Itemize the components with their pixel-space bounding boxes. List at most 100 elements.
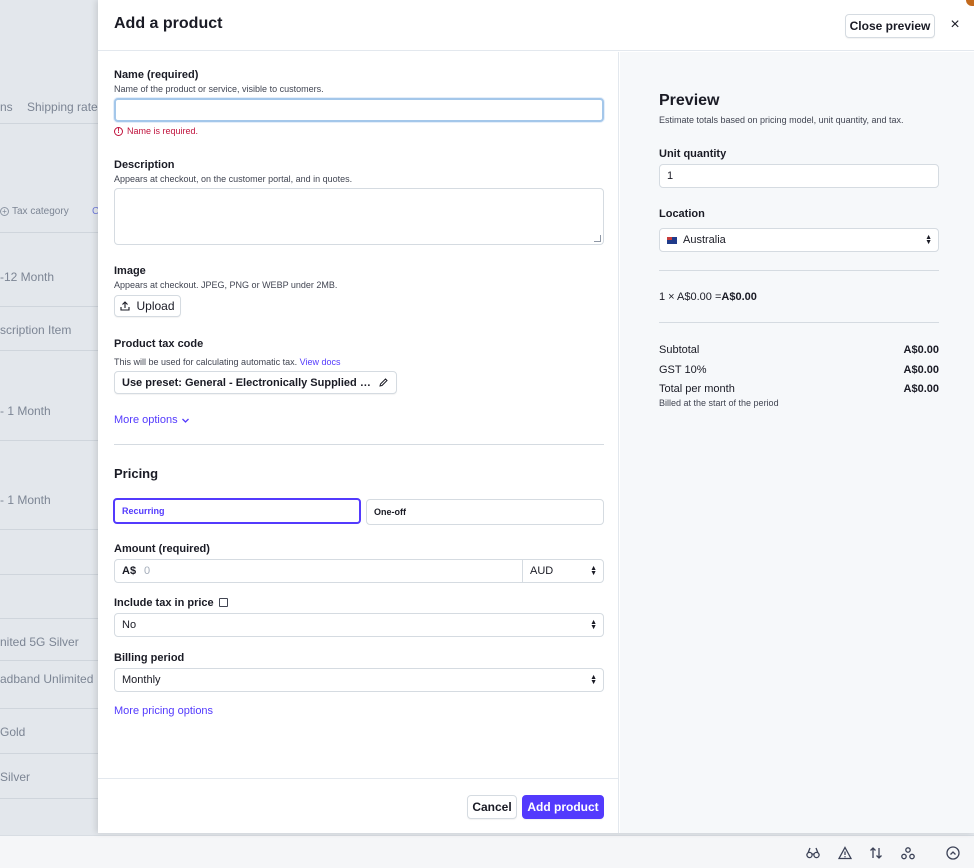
preview-title: Preview: [659, 92, 720, 109]
amount-label: Amount (required): [114, 543, 210, 555]
preview-divider: [659, 322, 939, 323]
name-label: Name (required): [114, 69, 199, 81]
chevron-down-icon: [181, 418, 189, 423]
billing-period-value: Monthly: [122, 674, 161, 686]
total-label: Total per month: [659, 383, 735, 395]
pencil-icon: [379, 378, 388, 387]
tax-code-label: Product tax code: [114, 338, 204, 350]
image-help: Appears at checkout. JPEG, PNG or WEBP u…: [114, 280, 338, 290]
location-value: Australia: [683, 234, 726, 246]
amount-field: A$ 0 AUD ▲ ▼: [114, 559, 604, 583]
bg-divider: [0, 306, 98, 307]
product-form: Name (required) Name of the product or s…: [98, 52, 619, 833]
upload-label: Upload: [136, 299, 175, 313]
form-footer: Cancel Add product: [98, 778, 619, 833]
description-label: Description: [114, 159, 175, 171]
calc-prefix: 1 × A$0.00 =: [659, 291, 722, 303]
bg-divider: [0, 232, 98, 233]
warning-icon[interactable]: [838, 846, 852, 860]
bg-divider: [0, 350, 98, 351]
view-docs-link[interactable]: View docs: [300, 357, 341, 367]
bg-divider: [0, 708, 98, 709]
section-divider: [114, 444, 604, 445]
tax-preset-label: Use preset: General - Electronically Sup…: [122, 376, 372, 389]
australia-flag-icon: [667, 236, 677, 244]
calc-result: A$0.00: [721, 291, 757, 303]
location-select[interactable]: Australia ▲ ▼: [659, 228, 939, 252]
bg-divider: [0, 798, 98, 799]
currency-prefix: A$: [122, 565, 137, 577]
description-help: Appears at checkout, on the customer por…: [114, 174, 353, 184]
gst-value: A$0.00: [903, 364, 939, 376]
bg-tab-partial: ns: [0, 100, 13, 114]
bg-chip-tax-category: + Tax category: [0, 206, 69, 217]
billing-period-label: Billing period: [114, 652, 185, 664]
chevron-up-circle-icon[interactable]: [946, 846, 960, 860]
close-icon[interactable]: ×: [948, 17, 962, 33]
location-label: Location: [659, 208, 705, 220]
bg-row: -12 Month: [0, 270, 55, 284]
description-textarea[interactable]: [114, 188, 604, 245]
name-input[interactable]: [114, 98, 604, 122]
name-error-text: Name is required.: [127, 126, 199, 136]
location-value-wrap: Australia: [667, 234, 726, 246]
one-off-option[interactable]: One-off: [366, 499, 604, 525]
unit-quantity-input[interactable]: 1: [659, 164, 939, 188]
subtotal-value: A$0.00: [903, 344, 939, 356]
bg-row: adband Unlimited: [0, 672, 94, 686]
more-options-link[interactable]: More options: [114, 414, 190, 426]
error-icon: !: [114, 126, 123, 136]
tax-preset-button[interactable]: Use preset: General - Electronically Sup…: [114, 371, 397, 394]
currency-value: AUD: [530, 565, 554, 577]
currency-select[interactable]: AUD ▲ ▼: [522, 560, 603, 582]
bg-row: nited 5G Silver: [0, 635, 79, 649]
drawer-header: Add a product Close preview ×: [98, 0, 974, 51]
recurring-option[interactable]: Recurring: [113, 498, 361, 524]
bg-divider: [0, 660, 98, 661]
upload-button[interactable]: Upload: [114, 295, 181, 317]
include-tax-value: No: [122, 619, 137, 631]
sort-arrows-icon[interactable]: [869, 846, 883, 860]
resize-handle-icon[interactable]: [594, 235, 601, 242]
bg-tab-shipping-rates: Shipping rate: [27, 100, 98, 114]
plus-circle-icon: +: [0, 207, 9, 216]
image-label: Image: [114, 265, 146, 277]
bg-row: Silver: [0, 770, 31, 784]
pricing-title: Pricing: [114, 466, 159, 481]
bg-row: Gold: [0, 725, 26, 739]
bg-divider: [0, 618, 98, 619]
subtotal-row: Subtotal A$0.00: [659, 344, 939, 356]
preview-divider: [659, 270, 939, 271]
add-product-button[interactable]: Add product: [522, 795, 604, 819]
more-pricing-options-link[interactable]: More pricing options: [114, 705, 213, 717]
bg-divider: [0, 574, 98, 575]
cancel-button[interactable]: Cancel: [467, 795, 517, 819]
tax-code-help: This will be used for calculating automa…: [114, 357, 341, 367]
gst-row: GST 10% A$0.00: [659, 364, 939, 376]
select-arrows-icon: ▲ ▼: [925, 234, 932, 246]
drawer-title: Add a product: [114, 15, 223, 32]
close-preview-button[interactable]: Close preview: [845, 14, 935, 38]
billing-period-select[interactable]: Monthly ▲ ▼: [114, 668, 604, 692]
gst-label: GST 10%: [659, 364, 707, 376]
amount-input[interactable]: 0: [139, 560, 522, 582]
preview-panel: Preview Estimate totals based on pricing…: [620, 52, 974, 833]
preview-help: Estimate totals based on pricing model, …: [659, 115, 904, 125]
subtotal-label: Subtotal: [659, 344, 700, 356]
binoculars-icon[interactable]: [806, 846, 820, 860]
bg-divider: [0, 440, 98, 441]
bg-divider: [0, 123, 98, 124]
select-arrows-icon: ▲ ▼: [590, 619, 597, 631]
webhook-icon[interactable]: [901, 846, 915, 860]
include-tax-select[interactable]: No ▲ ▼: [114, 613, 604, 637]
total-value: A$0.00: [903, 383, 939, 395]
total-row: Total per month A$0.00: [659, 383, 939, 395]
name-help: Name of the product or service, visible …: [114, 84, 324, 94]
select-arrows-icon: ▲ ▼: [590, 674, 597, 686]
bg-row: - 1 Month: [0, 493, 51, 507]
info-icon[interactable]: [218, 597, 228, 607]
bottom-toolbar: [0, 835, 974, 868]
add-product-drawer: Add a product Close preview × Name (requ…: [98, 0, 974, 833]
bg-divider: [0, 753, 98, 754]
name-error: ! Name is required.: [114, 126, 198, 136]
